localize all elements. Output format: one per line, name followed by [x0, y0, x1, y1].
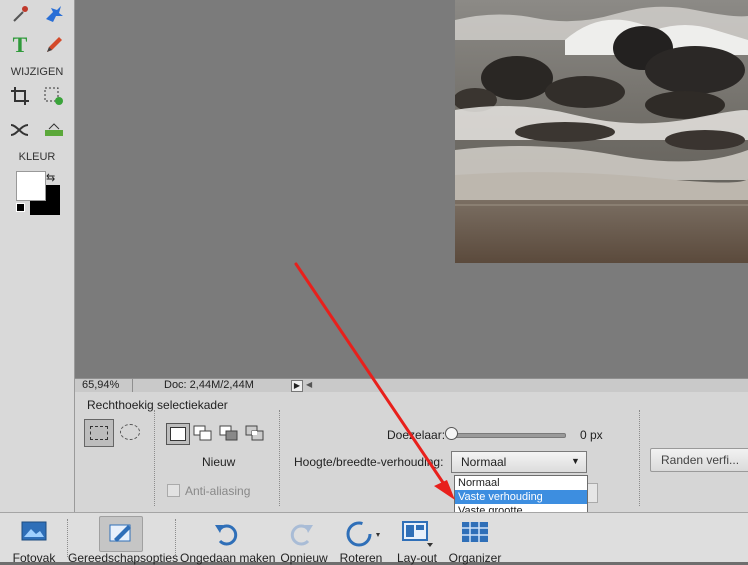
shuffle-icon	[10, 124, 29, 136]
refine-edge-label: Randen verfi...	[661, 453, 740, 467]
eyedropper-tool[interactable]	[6, 0, 34, 28]
organizer-label: Organizer	[448, 551, 502, 565]
crop-tool[interactable]	[6, 82, 34, 110]
swap-colors-icon[interactable]: ⇆	[46, 171, 55, 184]
intersect-selection-icon	[245, 425, 264, 441]
undo-label: Ongedaan maken	[180, 551, 276, 565]
color-swatches[interactable]: ⇆	[16, 171, 60, 215]
rotate-label: Roteren	[339, 551, 383, 565]
feather-slider-thumb[interactable]	[445, 427, 458, 440]
document-image[interactable]	[455, 0, 748, 263]
rotate-icon	[346, 521, 380, 547]
selection-intersect-button[interactable]	[245, 425, 265, 443]
section-label-color: KLEUR	[18, 151, 56, 163]
tool-name-label: Rechthoekig selectiekader	[87, 398, 228, 412]
foreground-color-swatch[interactable]	[16, 171, 46, 201]
rect-marquee-icon	[90, 426, 108, 440]
aspect-ratio-label: Hoogte/breedte-verhouding:	[294, 455, 444, 469]
feather-value: 0 px	[580, 428, 603, 442]
tool-options-panel: Rechthoekig selectiekader Nieuw Anti-ali…	[75, 392, 748, 512]
photo-bin-button[interactable]: Fotovak	[6, 513, 62, 565]
text-icon: T	[12, 32, 28, 57]
antialias-label: Anti-aliasing	[185, 484, 251, 498]
tool-options-button[interactable]	[99, 516, 143, 552]
zoom-level[interactable]: 65,94%	[82, 379, 119, 391]
document-size: Doc: 2,44M/2,44M	[164, 379, 254, 391]
organizer-button[interactable]: Organizer	[447, 513, 503, 565]
status-bar: 65,94% Doc: 2,44M/2,44M ▶ ◀	[75, 378, 748, 392]
layout-icon	[402, 521, 433, 547]
recompose-icon	[44, 87, 63, 105]
scroll-left-icon[interactable]: ◀	[306, 380, 312, 389]
redo-button[interactable]: Opnieuw	[276, 513, 332, 565]
selection-new-button[interactable]	[166, 423, 190, 445]
aspect-ratio-selected: Normaal	[461, 455, 507, 469]
undo-button[interactable]: Ongedaan maken	[180, 513, 276, 565]
organizer-icon	[462, 522, 488, 542]
status-menu-arrow-icon[interactable]: ▶	[291, 380, 303, 392]
new-selection-icon	[170, 427, 186, 441]
default-colors-icon[interactable]	[16, 203, 25, 212]
feather-slider-track[interactable]	[451, 433, 566, 438]
selection-subtract-button[interactable]	[219, 425, 239, 443]
aspect-ratio-select[interactable]: Normaal ▼	[451, 451, 587, 473]
tool-options-icon	[109, 524, 131, 542]
chevron-down-icon: ▼	[571, 456, 580, 466]
tool-options-label: Gereedschapsopties	[68, 551, 179, 565]
subtract-selection-icon	[219, 425, 238, 441]
aspect-option-fixed-ratio[interactable]: Vaste verhouding	[455, 490, 587, 504]
rectangular-marquee-button[interactable]	[84, 419, 114, 447]
rotate-button[interactable]: Roteren	[336, 513, 386, 565]
crop-icon	[11, 87, 29, 105]
layout-label: Lay-out	[396, 551, 438, 565]
toolbox-panel: T WIJZIGEN KLEUR ⇆	[0, 0, 75, 512]
pencil-icon	[47, 37, 62, 52]
content-aware-move-tool[interactable]	[6, 116, 34, 144]
layout-button[interactable]: Lay-out	[392, 513, 442, 565]
healing-brush-icon	[46, 6, 63, 22]
photo-bin-label: Fotovak	[12, 551, 56, 565]
eyedropper-icon	[13, 6, 28, 22]
spot-healing-tool[interactable]	[40, 0, 68, 28]
straighten-tool[interactable]	[40, 116, 68, 144]
aspect-option-normal[interactable]: Normaal	[455, 476, 587, 490]
pencil-tool[interactable]	[40, 31, 68, 59]
elliptical-marquee-button[interactable]	[119, 423, 141, 441]
text-tool[interactable]: T	[6, 31, 34, 59]
ellipse-marquee-icon	[120, 424, 140, 440]
selection-add-button[interactable]	[193, 425, 213, 443]
redo-label: Opnieuw	[280, 551, 328, 565]
feather-label: Doezelaar:	[387, 428, 446, 442]
recompose-tool[interactable]	[40, 82, 68, 110]
add-selection-icon	[193, 425, 212, 441]
photo-bin-icon	[21, 521, 47, 541]
refine-edge-button[interactable]: Randen verfi...	[650, 448, 748, 472]
undo-icon	[215, 524, 238, 546]
straighten-icon	[45, 123, 63, 136]
seascape-photo	[455, 0, 748, 263]
selection-mode-label: Nieuw	[202, 455, 236, 469]
redo-icon	[290, 524, 313, 546]
section-label-modify: WIJZIGEN	[10, 66, 64, 78]
bottom-taskbar: Fotovak Gereedschapsopties Ongedaan make…	[0, 512, 748, 565]
antialias-checkbox[interactable]	[167, 484, 180, 497]
